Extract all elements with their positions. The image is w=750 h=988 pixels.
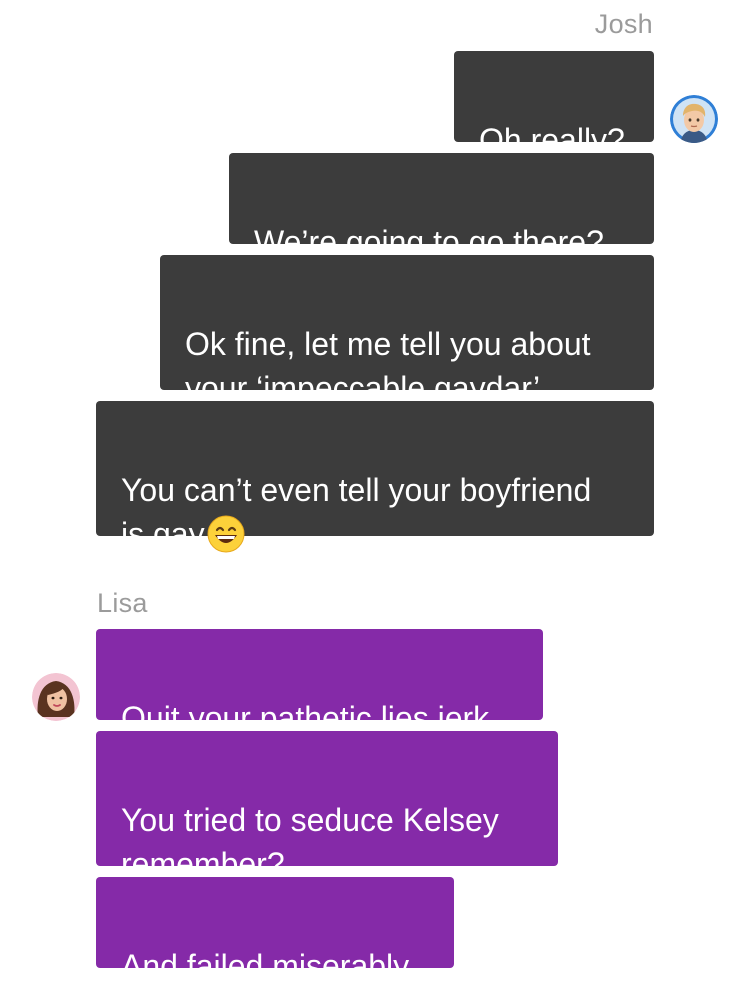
message-bubble[interactable]: Ok fine, let me tell you about your ‘imp…: [160, 255, 654, 406]
grinning-face-icon: [207, 515, 245, 564]
girl-avatar-icon[interactable]: [32, 673, 80, 721]
message-text: Ok fine, let me tell you about your ‘imp…: [185, 326, 591, 406]
message-bubble[interactable]: You can’t even tell your boyfriend is ga…: [96, 401, 654, 553]
message-text: You can’t even tell your boyfriend is ga…: [121, 472, 592, 552]
message-bubble[interactable]: We’re going to go there?: [229, 153, 654, 260]
sender-name-josh: Josh: [594, 9, 653, 39]
sender-name-lisa: Lisa: [97, 588, 148, 618]
boy-avatar-icon[interactable]: [670, 95, 718, 143]
message-bubble[interactable]: Oh really?: [454, 51, 654, 158]
message-bubble[interactable]: Quit your pathetic lies jerk: [96, 629, 543, 736]
message-bubble[interactable]: You tried to seduce Kelsey remember?: [96, 731, 558, 882]
message-text: And failed miserably: [121, 948, 410, 984]
message-text: You tried to seduce Kelsey remember?: [121, 802, 499, 882]
message-bubble[interactable]: And failed miserably: [96, 877, 454, 984]
